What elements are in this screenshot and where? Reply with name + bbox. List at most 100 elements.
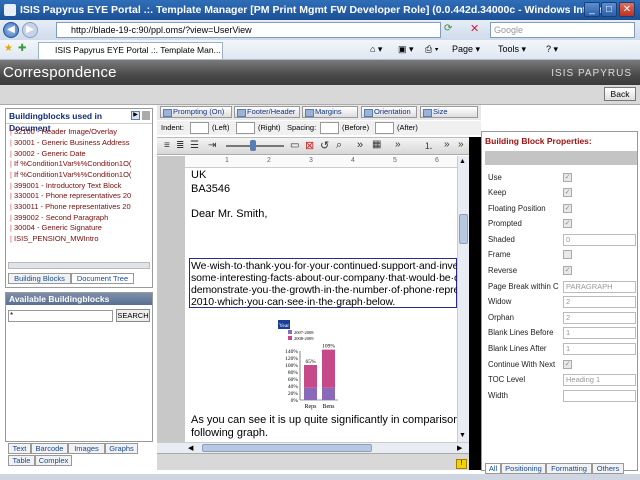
prompting-button[interactable]: Prompting (On) — [160, 106, 232, 118]
scroll-down-icon[interactable]: ▼ — [459, 432, 466, 439]
document-vertical-scrollbar[interactable]: ▲ ▼ — [457, 156, 469, 442]
justify-icon[interactable]: ≣ — [176, 140, 184, 151]
tools-menu[interactable]: Tools ▾ — [498, 44, 526, 55]
property-input[interactable] — [563, 390, 636, 402]
property-checkbox[interactable]: ✓ — [563, 188, 572, 197]
property-input[interactable]: PARAGRAPH — [563, 281, 636, 293]
hscroll-thumb[interactable] — [202, 444, 372, 452]
property-checkbox[interactable]: ✓ — [563, 266, 572, 275]
zoom-icon[interactable]: ⌕ — [336, 139, 342, 152]
list-item[interactable]: ❘If %Condition1Var%%Condition1O( — [8, 159, 150, 170]
more-icon[interactable]: » — [395, 139, 401, 150]
numbering-icon[interactable]: ⒈ — [424, 139, 433, 152]
tab-text[interactable]: Text — [8, 443, 31, 454]
back-button[interactable]: Back — [604, 87, 636, 101]
list-item[interactable]: ❘30002 - Generic Date — [8, 149, 150, 160]
property-input[interactable]: 1 — [563, 343, 636, 355]
print-icon[interactable]: ⎙ ▾ — [425, 44, 438, 55]
list-icon[interactable]: ☰ — [190, 140, 199, 151]
home-icon[interactable]: ⌂ ▾ — [370, 44, 382, 55]
page-menu[interactable]: Page ▾ — [452, 44, 480, 55]
page-icon[interactable]: ▭ — [290, 140, 299, 151]
list-scrollbar[interactable] — [8, 262, 150, 269]
scroll-thumb[interactable] — [459, 214, 468, 244]
tab-graphs[interactable]: Graphs — [105, 443, 138, 454]
property-checkbox[interactable]: ✓ — [563, 204, 572, 213]
close-button[interactable]: ✕ — [619, 2, 635, 17]
tab-table[interactable]: Table — [8, 455, 35, 466]
table-icon[interactable]: ▦ — [372, 139, 381, 150]
scroll-up-icon[interactable]: ▲ — [459, 158, 466, 165]
forward-arrow-icon[interactable]: ▶ — [22, 22, 38, 38]
add-favorite-icon[interactable]: ✚ — [18, 43, 26, 54]
tab-building-blocks[interactable]: Building Blocks — [8, 273, 71, 284]
zoom-slider-handle[interactable] — [250, 140, 256, 151]
more-icon[interactable]: » — [458, 139, 464, 150]
list-item[interactable]: ❘399002 - Second Paragraph — [8, 213, 150, 224]
tab-positioning[interactable]: Positioning — [501, 463, 546, 474]
document-horizontal-scrollbar[interactable]: ◀ ▶ — [157, 442, 469, 453]
size-button[interactable]: Size — [420, 106, 478, 118]
property-checkbox[interactable] — [563, 250, 572, 259]
more-icon[interactable]: » — [357, 139, 363, 151]
property-input[interactable]: 0 — [563, 234, 636, 246]
delete-icon[interactable] — [142, 111, 150, 120]
footer-header-button[interactable]: Footer/Header — [234, 106, 300, 118]
expand-icon[interactable]: ▶ — [131, 111, 140, 120]
spacing-before-label: (Before) — [342, 123, 370, 132]
bar — [322, 387, 335, 400]
minimize-button[interactable]: _ — [584, 2, 600, 17]
back-arrow-icon[interactable]: ◀ — [3, 22, 19, 38]
stop-icon[interactable]: ✕ — [470, 22, 479, 35]
delete-icon[interactable]: ⊠ — [305, 139, 314, 152]
browser-tab[interactable]: ISIS Papyrus EYE Portal .:. Template Man… — [38, 42, 223, 59]
spacing-before-input[interactable] — [320, 122, 339, 134]
property-input[interactable]: 2 — [563, 296, 636, 308]
url-input[interactable]: http://blade-19-c:90/ppl.oms/?view=UserV… — [56, 22, 441, 38]
tab-complex[interactable]: Complex — [35, 455, 72, 466]
scroll-right-icon[interactable]: ▶ — [457, 444, 462, 452]
buildingblock-search-input[interactable]: * — [8, 310, 113, 322]
list-item[interactable]: ❘ISIS_PENSION_MWIntro — [8, 234, 150, 245]
property-input[interactable]: Heading 1 — [563, 374, 636, 386]
indent-right-input[interactable] — [236, 122, 255, 134]
ruler-mark: 4 — [351, 157, 355, 164]
property-checkbox[interactable]: ✓ — [563, 360, 572, 369]
indent-icon[interactable]: ⇥ — [208, 140, 216, 151]
help-icon[interactable]: ? ▾ — [546, 44, 558, 55]
orientation-button[interactable]: Orientation — [361, 106, 417, 118]
list-item[interactable]: ❘30001 - Generic Business Address — [8, 138, 150, 149]
list-item[interactable]: ❘330011 - Phone representatives 20 — [8, 202, 150, 213]
more-icon[interactable]: » — [444, 139, 450, 150]
feeds-icon[interactable]: ▣ ▾ — [398, 44, 414, 55]
panel-splitter[interactable] — [469, 137, 481, 470]
tab-formatting[interactable]: Formatting — [546, 463, 592, 474]
indent-left-input[interactable] — [190, 122, 209, 134]
tab-others[interactable]: Others — [592, 463, 624, 474]
tab-images[interactable]: Images — [68, 443, 105, 454]
list-item[interactable]: ❘30004 - Generic Signature — [8, 223, 150, 234]
list-item[interactable]: ❘399001 - Introductory Text Block — [8, 181, 150, 192]
list-item[interactable]: ❘32100 - Header Image/Overlay — [8, 127, 150, 138]
undo-icon[interactable]: ↺ — [320, 139, 329, 152]
search-button[interactable]: SEARCH — [116, 309, 150, 322]
property-input[interactable]: 2 — [563, 312, 636, 324]
maximize-button[interactable]: □ — [601, 2, 617, 17]
scroll-left-icon[interactable]: ◀ — [188, 444, 193, 452]
tab-barcode[interactable]: Barcode — [31, 443, 68, 454]
tab-all[interactable]: All — [485, 463, 501, 474]
favorites-star-icon[interactable]: ★ — [4, 43, 13, 54]
spacing-after-input[interactable] — [375, 122, 394, 134]
list-item[interactable]: ❘If %Condition1Var%%Condition1O( — [8, 170, 150, 181]
tab-document-tree[interactable]: Document Tree — [71, 273, 134, 284]
margins-button[interactable]: Margins — [302, 106, 358, 118]
list-item[interactable]: ❘330001 - Phone representatives 20 — [8, 191, 150, 202]
refresh-icon[interactable]: ⟳ — [444, 23, 452, 34]
property-checkbox[interactable]: ✓ — [563, 173, 572, 182]
align-icon[interactable]: ≡ — [164, 140, 170, 151]
search-input[interactable]: Google — [490, 22, 635, 38]
property-checkbox[interactable]: ✓ — [563, 219, 572, 228]
bar — [304, 365, 317, 388]
property-input[interactable]: 1 — [563, 327, 636, 339]
warning-icon[interactable]: ! — [456, 459, 467, 469]
